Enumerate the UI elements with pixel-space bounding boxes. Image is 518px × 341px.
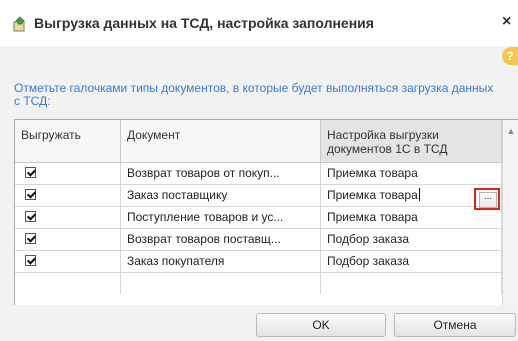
document-cell[interactable]: Поступление товаров и ус... xyxy=(121,207,321,228)
table-row[interactable]: Возврат товаров от покуп... Приемка това… xyxy=(15,163,502,185)
export-cell xyxy=(15,229,121,250)
text-caret xyxy=(418,188,420,201)
setting-cell[interactable]: Подбор заказа xyxy=(321,251,502,272)
export-cell xyxy=(15,251,121,272)
instruction-text: Отметьте галочками типы документов, в ко… xyxy=(14,81,494,108)
export-checkbox[interactable] xyxy=(25,255,36,266)
export-cell xyxy=(15,207,121,228)
document-cell[interactable]: Заказ покупателя xyxy=(121,251,321,272)
table-row[interactable]: Поступление товаров и ус... Приемка това… xyxy=(15,207,502,229)
setting-cell[interactable]: Приемка товара xyxy=(321,207,502,228)
table-row[interactable]: Заказ поставщику Приемка товара xyxy=(15,185,502,207)
table-row-partial[interactable] xyxy=(15,273,502,295)
dialog-window: Выгрузка данных на ТСД, настройка заполн… xyxy=(0,0,518,341)
table-header: Выгружать Документ Настройка выгрузки до… xyxy=(15,120,518,163)
export-cell xyxy=(15,185,121,206)
export-cell xyxy=(15,273,121,294)
close-button[interactable]: × xyxy=(502,13,511,31)
export-icon xyxy=(13,16,25,32)
export-checkbox[interactable] xyxy=(25,167,36,178)
export-checkbox[interactable] xyxy=(25,189,36,200)
setting-cell[interactable]: Подбор заказа xyxy=(321,229,502,250)
table-row[interactable]: Возврат товаров поставщ... Подбор заказа xyxy=(15,229,502,251)
window-title: Выгрузка данных на ТСД, настройка заполн… xyxy=(34,15,374,31)
setting-cell[interactable]: Приемка товара xyxy=(321,163,502,184)
scroll-up-icon[interactable]: ▲ xyxy=(506,126,516,136)
select-setting-button[interactable]: ... xyxy=(479,192,497,208)
export-checkbox[interactable] xyxy=(25,233,36,244)
document-cell[interactable]: Возврат товаров от покуп... xyxy=(121,163,321,184)
title-bar: Выгрузка данных на ТСД, настройка заполн… xyxy=(0,0,518,46)
column-header-export[interactable]: Выгружать xyxy=(15,120,121,162)
export-checkbox[interactable] xyxy=(25,211,36,222)
export-cell xyxy=(15,163,121,184)
setting-edit-value[interactable]: Приемка товара xyxy=(327,188,418,202)
column-header-setting[interactable]: Настройка выгрузки документов 1С в ТСД xyxy=(321,120,502,162)
table-row[interactable]: Заказ покупателя Подбор заказа xyxy=(15,251,502,273)
ok-button[interactable]: OK xyxy=(256,313,386,337)
document-cell[interactable]: Возврат товаров поставщ... xyxy=(121,229,321,250)
column-header-document[interactable]: Документ xyxy=(121,120,321,162)
help-button[interactable]: ? xyxy=(502,47,518,65)
document-cell[interactable] xyxy=(121,273,321,294)
ellipsis-highlight: ... xyxy=(474,188,500,210)
setting-cell[interactable] xyxy=(321,273,502,294)
cancel-button[interactable]: Отмена xyxy=(394,313,516,337)
button-bar: OK Отмена xyxy=(0,305,518,341)
document-cell[interactable]: Заказ поставщику xyxy=(121,185,321,206)
